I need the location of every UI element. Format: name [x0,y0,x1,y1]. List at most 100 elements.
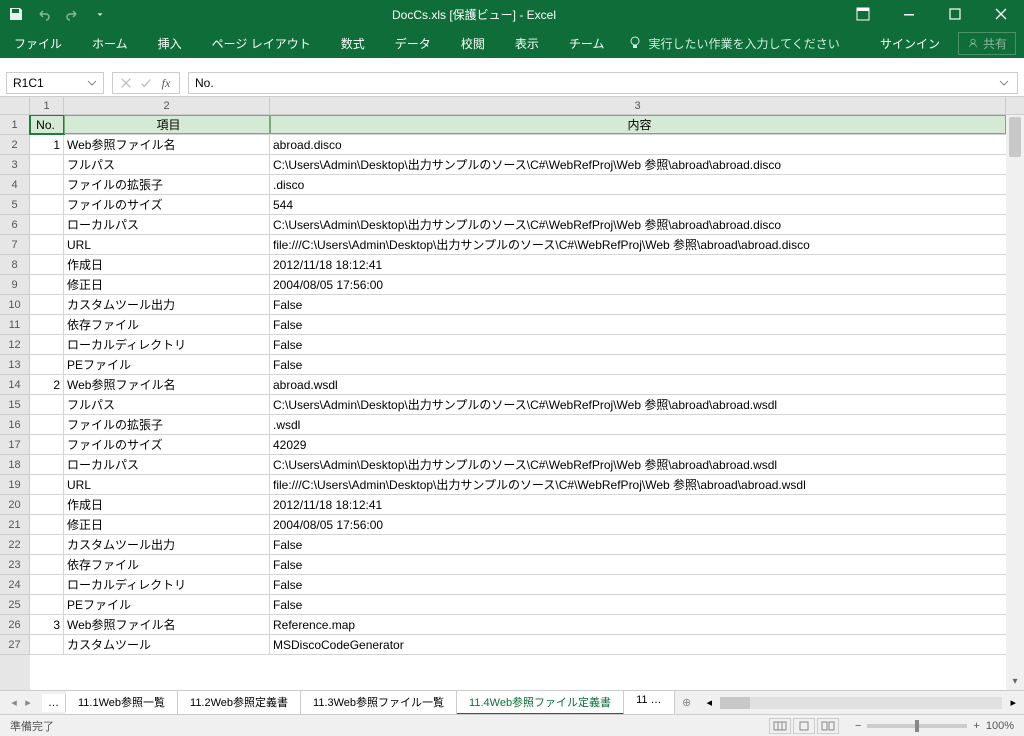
ribbon-tab-data[interactable]: データ [389,31,437,56]
save-icon[interactable] [8,6,24,22]
zoom-slider[interactable] [867,724,967,728]
cell-content[interactable]: file:///C:\Users\Admin\Desktop\出力サンプルのソー… [270,235,1006,254]
table-row[interactable]: URLfile:///C:\Users\Admin\Desktop\出力サンプル… [30,475,1006,495]
cell-content[interactable]: False [270,595,1006,614]
minimize-button[interactable] [886,0,932,28]
scroll-right-icon[interactable]: ▸ [1010,696,1016,709]
cell-content[interactable]: False [270,575,1006,594]
cell-content[interactable]: C:\Users\Admin\Desktop\出力サンプルのソース\C#\Web… [270,395,1006,414]
cell-item[interactable]: ファイルの拡張子 [64,175,270,194]
cell-no[interactable]: 1 [30,135,64,154]
fx-icon[interactable]: fx [159,76,173,90]
table-row[interactable]: カスタムツールMSDiscoCodeGenerator [30,635,1006,655]
row-header[interactable]: 25 [0,595,30,615]
ribbon-tab-home[interactable]: ホーム [86,31,134,56]
cell-item[interactable]: カスタムツール出力 [64,295,270,314]
table-row[interactable]: URLfile:///C:\Users\Admin\Desktop\出力サンプル… [30,235,1006,255]
cell-no[interactable] [30,355,64,374]
cell-item[interactable]: ファイルのサイズ [64,195,270,214]
table-row[interactable]: カスタムツール出力False [30,295,1006,315]
row-header[interactable]: 21 [0,515,30,535]
row-header[interactable]: 7 [0,235,30,255]
row-header[interactable]: 6 [0,215,30,235]
cell-no[interactable] [30,155,64,174]
scrollbar-thumb[interactable] [720,697,750,709]
sheet-tab[interactable]: 11 … [624,691,674,715]
table-row[interactable]: ローカルパスC:\Users\Admin\Desktop\出力サンプルのソース\… [30,455,1006,475]
cell-content[interactable]: C:\Users\Admin\Desktop\出力サンプルのソース\C#\Web… [270,455,1006,474]
sheet-nav[interactable]: ◂ ▸ [0,696,42,709]
cell-content[interactable]: MSDiscoCodeGenerator [270,635,1006,654]
cell-item[interactable]: PEファイル [64,595,270,614]
table-row[interactable]: ファイルのサイズ544 [30,195,1006,215]
select-all-corner[interactable] [0,97,30,114]
page-layout-view-button[interactable] [793,718,815,734]
table-row[interactable]: PEファイルFalse [30,595,1006,615]
cell-item[interactable]: Web参照ファイル名 [64,135,270,154]
vertical-scrollbar[interactable]: ▾ [1006,115,1024,690]
cell-content[interactable]: 2012/11/18 18:12:41 [270,255,1006,274]
row-header[interactable]: 5 [0,195,30,215]
cell-item[interactable]: ローカルディレクトリ [64,335,270,354]
cell-item[interactable]: 修正日 [64,275,270,294]
table-row[interactable]: ローカルディレクトリFalse [30,575,1006,595]
cell-no[interactable] [30,275,64,294]
cell-no[interactable] [30,255,64,274]
sheet-tab-dots[interactable]: … [42,694,66,712]
row-header[interactable]: 10 [0,295,30,315]
header-content[interactable]: 内容 [270,115,1006,134]
cell-item[interactable]: 作成日 [64,255,270,274]
cell-content[interactable]: abroad.wsdl [270,375,1006,394]
nav-prev-icon[interactable]: ◂ [8,696,20,709]
cell-content[interactable]: C:\Users\Admin\Desktop\出力サンプルのソース\C#\Web… [270,155,1006,174]
cell-item[interactable]: ローカルディレクトリ [64,575,270,594]
row-header[interactable]: 14 [0,375,30,395]
header-item[interactable]: 項目 [64,115,270,134]
header-no[interactable]: No. [30,115,64,134]
cell-no[interactable] [30,395,64,414]
sheet-tab[interactable]: 11.2Web参照定義書 [178,691,301,715]
sheet-tab[interactable]: 11.1Web参照一覧 [66,691,178,715]
scrollbar-thumb[interactable] [1009,117,1021,157]
cell-no[interactable] [30,475,64,494]
cell-item[interactable]: Web参照ファイル名 [64,375,270,394]
cell-no[interactable] [30,315,64,334]
cell-no[interactable] [30,335,64,354]
row-header[interactable]: 23 [0,555,30,575]
cell-no[interactable]: 2 [30,375,64,394]
cell-no[interactable] [30,235,64,254]
qat-dropdown-icon[interactable] [92,6,108,22]
cell-content[interactable]: C:\Users\Admin\Desktop\出力サンプルのソース\C#\Web… [270,215,1006,234]
row-header[interactable]: 4 [0,175,30,195]
tell-me-box[interactable]: 実行したい作業を入力してください [628,35,839,52]
cell-no[interactable] [30,555,64,574]
table-row[interactable]: 作成日2012/11/18 18:12:41 [30,495,1006,515]
cell-item[interactable]: カスタムツール出力 [64,535,270,554]
cell-no[interactable] [30,595,64,614]
ribbon-tab-insert[interactable]: 挿入 [152,31,188,56]
horizontal-scrollbar[interactable]: ◂ ▸ [699,696,1024,709]
table-row[interactable]: PEファイルFalse [30,355,1006,375]
cell-item[interactable]: ローカルパス [64,455,270,474]
row-header[interactable]: 16 [0,415,30,435]
table-row[interactable]: 1Web参照ファイル名abroad.disco [30,135,1006,155]
name-box[interactable]: R1C1 [6,72,104,94]
maximize-button[interactable] [932,0,978,28]
redo-icon[interactable] [64,6,80,22]
row-header[interactable]: 9 [0,275,30,295]
cell-content[interactable]: Reference.map [270,615,1006,634]
signin-link[interactable]: サインイン [880,35,940,52]
row-header[interactable]: 22 [0,535,30,555]
normal-view-button[interactable] [769,718,791,734]
sheet-tab[interactable]: 11.3Web参照ファイル一覧 [301,691,457,715]
cell-item[interactable]: ファイルのサイズ [64,435,270,454]
table-row[interactable]: 依存ファイルFalse [30,315,1006,335]
add-sheet-button[interactable]: ⊕ [675,696,699,709]
table-row[interactable]: 作成日2012/11/18 18:12:41 [30,255,1006,275]
cell-content[interactable]: 2004/08/05 17:56:00 [270,515,1006,534]
cell-item[interactable]: URL [64,475,270,494]
table-row[interactable]: 依存ファイルFalse [30,555,1006,575]
cell-no[interactable] [30,295,64,314]
cell-content[interactable]: .disco [270,175,1006,194]
cell-item[interactable]: ローカルパス [64,215,270,234]
